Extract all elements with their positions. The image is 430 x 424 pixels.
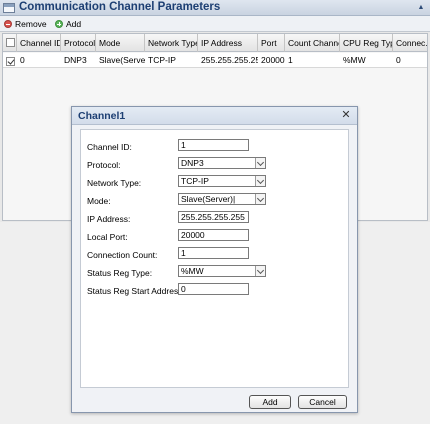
chevron-down-icon[interactable] xyxy=(255,194,265,204)
status-reg-type-value: %MW xyxy=(181,266,204,276)
protocol-label: Protocol: xyxy=(87,160,121,170)
table-row[interactable]: 0 DNP3 Slave(Server) TCP-IP 255.255.255.… xyxy=(3,53,427,68)
mode-select[interactable]: Slave(Server)| xyxy=(178,193,266,205)
panel-title: Communication Channel Parameters xyxy=(19,1,221,13)
add-button[interactable]: Add xyxy=(55,18,81,30)
dialog-form: Channel ID: 1 Protocol: DNP3 Network Typ… xyxy=(80,129,349,388)
chevron-down-icon[interactable] xyxy=(255,176,265,186)
local-port-label: Local Port: xyxy=(87,232,128,242)
add-icon xyxy=(55,20,63,28)
toolbar: Remove Add xyxy=(0,16,430,32)
close-icon[interactable]: ✕ xyxy=(340,109,352,121)
connection-count-label: Connection Count: xyxy=(87,250,158,260)
column-header-mode[interactable]: Mode xyxy=(96,34,145,52)
cell-port: 20000 xyxy=(261,55,285,65)
cancel-button[interactable]: Cancel xyxy=(298,395,347,409)
network-type-value: TCP-IP xyxy=(181,176,209,186)
cell-channel-id: 0 xyxy=(20,55,25,65)
ip-address-field[interactable]: 255.255.255.255 xyxy=(178,211,249,223)
column-header-port[interactable]: Port xyxy=(258,34,285,52)
status-reg-type-select[interactable]: %MW xyxy=(178,265,266,277)
remove-icon xyxy=(4,20,12,28)
select-all-cell xyxy=(3,34,17,52)
mode-value: Slave(Server)| xyxy=(181,194,236,204)
table-header: Channel ID Protocol Mode Network Type IP… xyxy=(3,34,427,52)
local-port-field[interactable]: 20000 xyxy=(178,229,249,241)
chevron-down-icon[interactable] xyxy=(255,266,265,276)
status-reg-start-label: Status Reg Start Address: xyxy=(87,286,185,296)
panel-titlebar: Communication Channel Parameters ▲ xyxy=(0,0,430,16)
column-header-cpu-reg-type[interactable]: CPU Reg Type xyxy=(340,34,393,52)
channel-dialog: Channel1 ✕ Channel ID: 1 Protocol: DNP3 … xyxy=(71,106,358,413)
row-checkbox[interactable] xyxy=(6,57,15,66)
dialog-titlebar: Channel1 ✕ xyxy=(72,107,357,125)
column-header-protocol[interactable]: Protocol xyxy=(61,34,96,52)
add-label: Add xyxy=(66,19,82,29)
remove-button[interactable]: Remove xyxy=(4,18,47,30)
select-all-checkbox[interactable] xyxy=(6,38,15,47)
communication-channel-panel: Communication Channel Parameters ▲ Remov… xyxy=(0,0,430,424)
cell-mode: Slave(Server) xyxy=(99,55,145,65)
column-header-ip-address[interactable]: IP Address xyxy=(198,34,258,52)
column-header-channel-id[interactable]: Channel ID xyxy=(17,34,61,52)
cell-network-type: TCP-IP xyxy=(148,55,176,65)
add-dialog-button[interactable]: Add xyxy=(249,395,291,409)
cell-connections: 0 xyxy=(396,55,401,65)
channel-id-label: Channel ID: xyxy=(87,142,132,152)
protocol-select[interactable]: DNP3 xyxy=(178,157,266,169)
dialog-title: Channel1 xyxy=(78,110,126,122)
protocol-value: DNP3 xyxy=(181,158,204,168)
connection-count-field[interactable]: 1 xyxy=(178,247,249,259)
remove-label: Remove xyxy=(15,19,47,29)
network-type-label: Network Type: xyxy=(87,178,142,188)
status-reg-type-label: Status Reg Type: xyxy=(87,268,153,278)
chevron-down-icon[interactable] xyxy=(255,158,265,168)
mode-label: Mode: xyxy=(87,196,111,206)
column-header-count-channels[interactable]: Count Channels xyxy=(285,34,340,52)
cell-count-channels: 1 xyxy=(288,55,293,65)
cell-protocol: DNP3 xyxy=(64,55,87,65)
status-reg-start-field[interactable]: 0 xyxy=(178,283,249,295)
network-type-select[interactable]: TCP-IP xyxy=(178,175,266,187)
window-icon xyxy=(3,3,15,13)
column-header-connections[interactable]: Connec... xyxy=(393,34,427,52)
collapse-icon[interactable]: ▲ xyxy=(416,3,426,13)
ip-address-label: IP Address: xyxy=(87,214,131,224)
channel-id-field[interactable]: 1 xyxy=(178,139,249,151)
column-header-network-type[interactable]: Network Type xyxy=(145,34,198,52)
cell-cpu-reg-type: %MW xyxy=(343,55,366,65)
cell-ip-address: 255.255.255.255 xyxy=(201,55,258,65)
